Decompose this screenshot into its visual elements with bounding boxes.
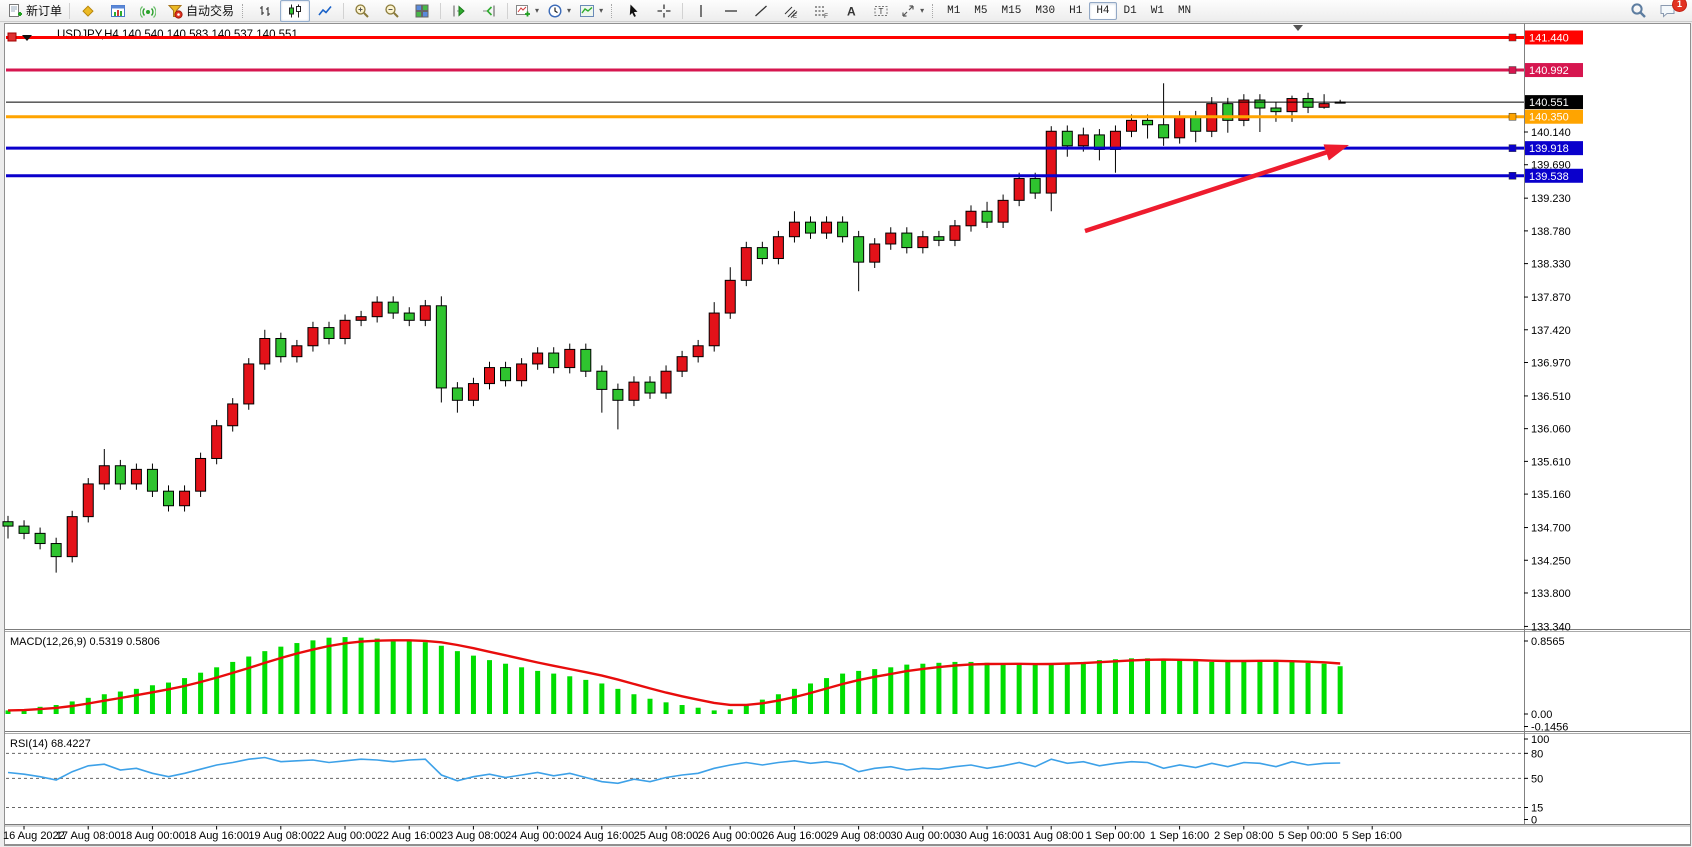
separator (507, 3, 508, 19)
indicators-button[interactable]: ▾ (511, 0, 543, 22)
new-order-icon (7, 3, 23, 19)
new-order-button[interactable]: 新订单 (3, 0, 66, 22)
svg-text:E: E (793, 14, 797, 19)
channel-icon: E (783, 3, 799, 19)
timeframe-button-H4[interactable]: H4 (1089, 2, 1116, 20)
separator (440, 3, 441, 19)
fibonacci-icon: F (813, 3, 829, 19)
text-label-icon: T (873, 3, 889, 19)
clock-icon (547, 3, 563, 19)
notification-badge: 1 (1672, 0, 1687, 12)
candlestick-chart-button[interactable] (280, 0, 310, 22)
timeframe-button-W1[interactable]: W1 (1144, 2, 1171, 20)
separator (682, 3, 683, 19)
template-icon (579, 3, 595, 19)
trendline-button[interactable] (746, 0, 776, 22)
text-icon: A (843, 3, 859, 19)
arrows-icon (900, 3, 916, 19)
dropdown-arrow: ▾ (920, 6, 924, 15)
timeframe-button-H1[interactable]: H1 (1062, 2, 1089, 20)
zoom-out-button[interactable] (377, 0, 407, 22)
horizontal-line-button[interactable] (716, 0, 746, 22)
autotrade-button[interactable]: 自动交易 (163, 0, 238, 22)
candlestick-chart-icon (287, 3, 303, 19)
zoom-out-icon (384, 3, 400, 19)
auto-scroll-icon (451, 3, 467, 19)
bar-chart-icon (257, 3, 273, 19)
cursor-button[interactable] (619, 0, 649, 22)
tile-windows-icon (414, 3, 430, 19)
gold-diamond-icon (80, 3, 96, 19)
timeframe-button-D1[interactable]: D1 (1117, 2, 1144, 20)
zoom-in-button[interactable] (347, 0, 377, 22)
search-button[interactable] (1623, 0, 1653, 22)
templates-button[interactable]: ▾ (575, 0, 607, 22)
line-chart-icon (317, 3, 333, 19)
timeframe-button-M1[interactable]: M1 (940, 2, 967, 20)
auto-scroll-button[interactable] (444, 0, 474, 22)
toolbar-handle[interactable] (932, 4, 936, 18)
line-chart-button[interactable] (310, 0, 340, 22)
chart-shift-icon (481, 3, 497, 19)
separator (69, 3, 70, 19)
dropdown-arrow: ▾ (535, 6, 539, 15)
chart-window-icon (110, 3, 126, 19)
new-order-label: 新订单 (26, 2, 62, 19)
toolbar-handle[interactable] (611, 4, 615, 18)
svg-text:T: T (879, 7, 884, 16)
arrows-button[interactable]: ▾ (896, 0, 928, 22)
fibonacci-button[interactable]: F (806, 0, 836, 22)
tile-windows-button[interactable] (407, 0, 437, 22)
mql-market-button[interactable] (73, 0, 103, 22)
rsi-indicator-label: RSI(14) 68.4227 (10, 738, 91, 750)
timeframe-button-M15[interactable]: M15 (995, 2, 1029, 20)
dropdown-arrow: ▾ (567, 6, 571, 15)
autotrade-label: 自动交易 (186, 2, 234, 19)
svg-text:A: A (847, 4, 856, 18)
crosshair-icon (656, 3, 672, 19)
equidistant-channel-button[interactable]: E (776, 0, 806, 22)
timeframe-button-MN[interactable]: MN (1171, 2, 1198, 20)
timeframe-button-M5[interactable]: M5 (967, 2, 994, 20)
market-watch-button[interactable] (103, 0, 133, 22)
svg-text:F: F (824, 13, 828, 19)
autotrade-icon (167, 3, 183, 19)
vertical-line-button[interactable] (686, 0, 716, 22)
timeframe-toolbar: M1M5M15M30H1H4D1W1MN (940, 2, 1198, 20)
toolbar-handle[interactable] (242, 4, 246, 18)
signals-button[interactable] (133, 0, 163, 22)
crosshair-button[interactable] (649, 0, 679, 22)
signal-icon (140, 3, 156, 19)
search-icon (1630, 2, 1647, 19)
zoom-in-icon (354, 3, 370, 19)
separator (343, 3, 344, 19)
chart-window[interactable] (4, 23, 1691, 845)
indicators-icon (515, 3, 531, 19)
periods-button[interactable]: ▾ (543, 0, 575, 22)
timeframe-button-M30[interactable]: M30 (1028, 2, 1062, 20)
chart-title: USDJPY,H4 140.540 140.583 140.537 140.55… (57, 29, 298, 41)
chart-shift-button[interactable] (474, 0, 504, 22)
dropdown-arrow: ▾ (599, 6, 603, 15)
macd-indicator-label: MACD(12,26,9) 0.5319 0.5806 (10, 636, 160, 648)
vertical-line-icon (693, 3, 709, 19)
horizontal-line-icon (723, 3, 739, 19)
top-toolbar: 新订单 自动交易 ▾ ▾ ▾ (0, 0, 1692, 22)
text-button[interactable]: A (836, 0, 866, 22)
bar-chart-button[interactable] (250, 0, 280, 22)
notifications-button[interactable]: 1 (1653, 0, 1683, 22)
trendline-icon (753, 3, 769, 19)
cursor-icon (626, 3, 642, 19)
text-label-button[interactable]: T (866, 0, 896, 22)
